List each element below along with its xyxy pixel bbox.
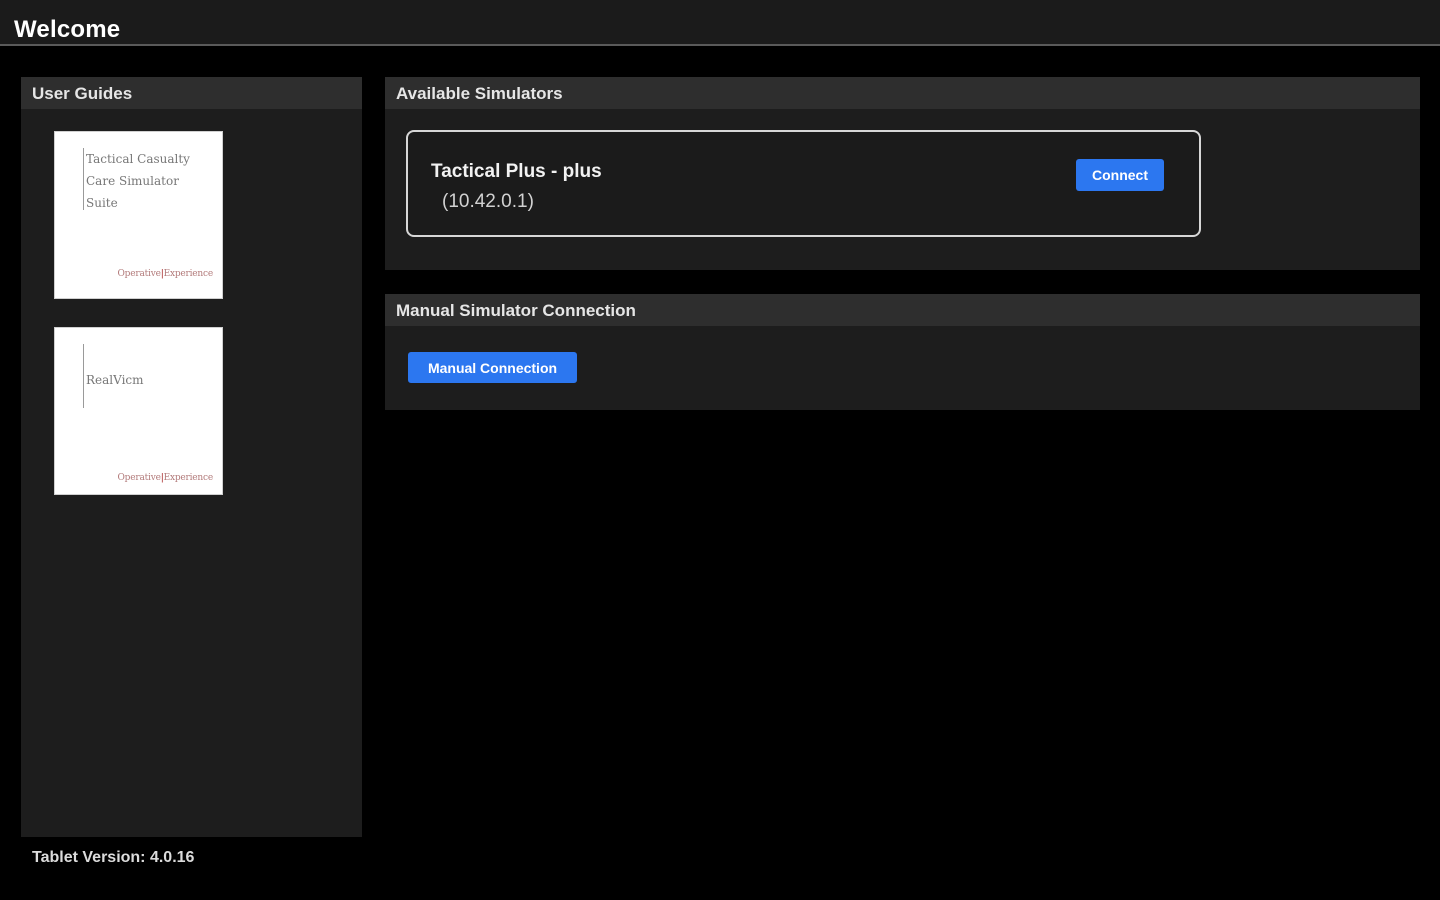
user-guides-panel: User Guides Tactical Casualty Care Simul… — [21, 77, 362, 837]
manual-connection-button[interactable]: Manual Connection — [408, 352, 577, 383]
tablet-version-label: Tablet Version: 4.0.16 — [32, 849, 195, 866]
manual-connection-panel: Manual Simulator Connection Manual Conne… — [385, 294, 1420, 410]
simulator-address: (10.42.0.1) — [442, 191, 534, 212]
title-bar: Welcome — [0, 0, 1440, 46]
publisher-logo: Operative|Experience — [117, 473, 214, 483]
guide-cover-rule — [83, 148, 84, 210]
connect-button[interactable]: Connect — [1076, 159, 1164, 191]
manual-connection-header: Manual Simulator Connection — [385, 294, 1420, 326]
guide-cover-rule — [83, 344, 84, 408]
guide-cover-title: Tactical Casualty Care Simulator Suite — [86, 152, 190, 210]
page-title: Welcome — [14, 16, 121, 43]
publisher-logo: Operative|Experience — [117, 269, 214, 279]
user-guides-header: User Guides — [21, 77, 362, 109]
available-simulators-panel: Available Simulators Tactical Plus - plu… — [385, 77, 1420, 270]
simulator-card: Tactical Plus - plus (10.42.0.1) Connect — [406, 130, 1201, 237]
user-guide-thumbnail-realvicm[interactable]: RealVicm Operative|Experience — [54, 327, 223, 495]
user-guide-thumbnail-tccs[interactable]: Tactical Casualty Care Simulator Suite O… — [54, 131, 223, 299]
simulator-name: Tactical Plus - plus — [431, 161, 602, 182]
guide-cover-title: RealVicm — [86, 373, 144, 387]
available-simulators-header: Available Simulators — [385, 77, 1420, 109]
